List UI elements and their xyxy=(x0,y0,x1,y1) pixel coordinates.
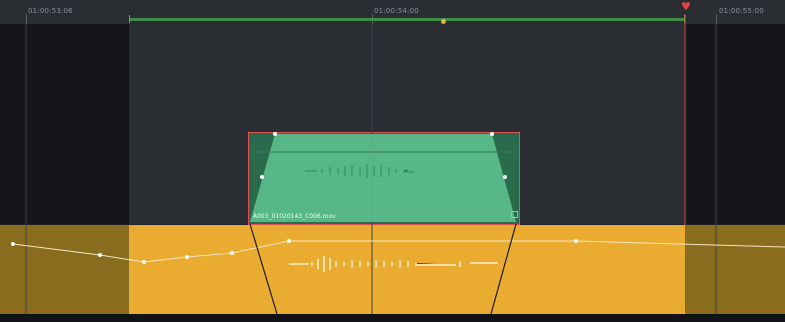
clip-name-label: A003_01020143_C006.mov xyxy=(253,213,336,220)
keyframe-node[interactable] xyxy=(260,175,264,179)
video-fade-shape xyxy=(250,134,516,222)
timeline-overlay xyxy=(11,14,785,315)
audio-volume-line[interactable] xyxy=(12,240,785,263)
crossfade-line xyxy=(249,223,278,315)
keyframe-node[interactable] xyxy=(287,239,291,243)
keyframe-node[interactable] xyxy=(98,253,102,257)
fade-handle[interactable] xyxy=(490,132,494,136)
keyframe-node[interactable] xyxy=(230,251,234,255)
keyframe-node[interactable] xyxy=(11,242,15,246)
keyframe-node[interactable] xyxy=(142,260,146,264)
track-gap xyxy=(0,314,785,322)
audio-waveform xyxy=(289,256,498,272)
crossfade-line xyxy=(490,223,517,315)
timeline-panel: 01:00:53:06 01:00:54:00 01:00:55:00 ♥ A0… xyxy=(0,0,785,322)
keyframe-node[interactable] xyxy=(503,175,507,179)
fade-handle[interactable] xyxy=(273,132,277,136)
keyframe-node[interactable] xyxy=(574,239,578,243)
clip-flag-icon[interactable] xyxy=(511,211,518,218)
keyframe-node[interactable] xyxy=(185,255,189,259)
